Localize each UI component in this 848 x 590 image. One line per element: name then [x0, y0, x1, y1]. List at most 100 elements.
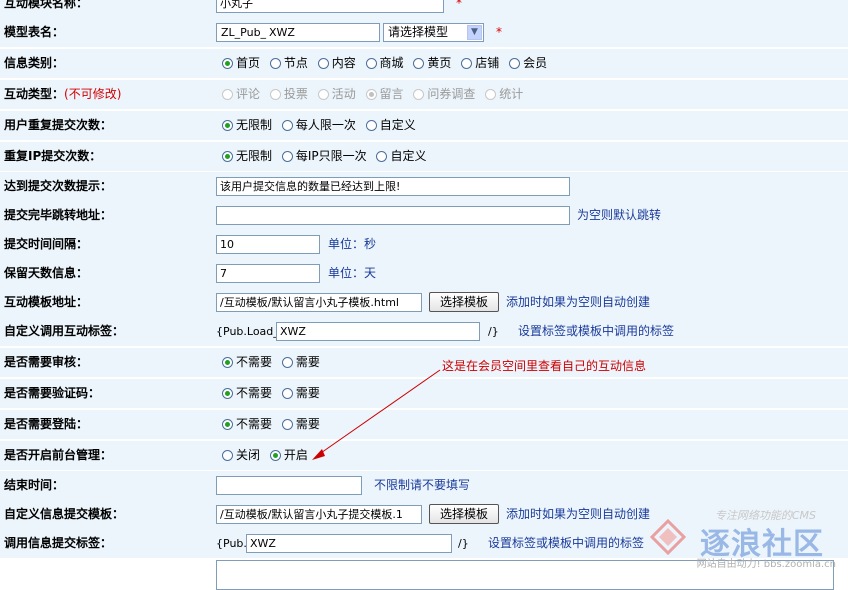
interaction-type-radios: 评论 投票 活动 留言 问券调查 统计 — [222, 80, 529, 109]
keep-days-label: 保留天数信息： — [4, 266, 89, 280]
radio-node[interactable]: 节点 — [269, 49, 308, 78]
submit-interval-input[interactable]: 10 — [216, 235, 320, 254]
radio-member[interactable]: 会员 — [509, 49, 547, 78]
radio-stats: 统计 — [485, 80, 523, 109]
radio-label: 每人限一次 — [295, 118, 356, 132]
radio-on[interactable]: 开启 — [269, 441, 308, 470]
radio-circle[interactable] — [222, 120, 233, 131]
submit-template-input[interactable]: /互动模板/默认留言小丸子提交模板.1 — [216, 505, 422, 524]
radio-content[interactable]: 内容 — [317, 49, 356, 78]
watermark-footer: 网站自由动力! bbs.zoomla.cn — [696, 559, 836, 570]
submit-tag-prefix: {Pub. — [216, 537, 247, 550]
zoomla-logo-icon — [650, 519, 686, 555]
redirect-url-label: 提交完毕跳转地址： — [4, 208, 113, 222]
need-review-label: 是否需要审核： — [4, 355, 89, 369]
need-review-radios: 不需要 需要 — [222, 348, 326, 377]
radio-custom[interactable]: 自定义 — [376, 142, 426, 171]
radio-custom[interactable]: 自定义 — [365, 111, 416, 140]
model-select[interactable]: 请选择模型 ▼ — [383, 23, 484, 42]
need-login-label: 是否需要登陆： — [4, 417, 89, 431]
radio-circle[interactable] — [365, 58, 377, 69]
radio-not-needed[interactable]: 不需要 — [222, 410, 272, 439]
row-module-name: 互动模块名称： 小丸子 * — [0, 0, 848, 19]
radio-yellowpage[interactable]: 黄页 — [413, 49, 451, 78]
radio-label: 活动 — [331, 87, 356, 101]
module-name-input[interactable]: 小丸子 — [216, 0, 444, 13]
radio-circle — [413, 89, 425, 100]
redirect-url-input[interactable] — [216, 206, 570, 225]
radio-circle — [269, 89, 281, 100]
radio-circle[interactable] — [509, 58, 521, 69]
radio-label: 每IP只限一次 — [295, 149, 367, 163]
radio-circle[interactable] — [281, 419, 293, 430]
redirect-url-hint: 为空则默认跳转 — [577, 208, 662, 222]
radio-circle[interactable] — [281, 388, 293, 399]
required-mark: * — [456, 0, 462, 10]
radio-label: 节点 — [283, 56, 308, 70]
radio-unlimited[interactable]: 无限制 — [222, 142, 272, 171]
radio-circle[interactable] — [461, 58, 473, 69]
radio-circle[interactable] — [222, 419, 233, 430]
custom-tag-suffix: /} — [488, 325, 499, 338]
radio-not-needed[interactable]: 不需要 — [222, 379, 272, 408]
required-mark: * — [496, 25, 502, 39]
custom-tag-input[interactable]: XWZ — [276, 322, 480, 341]
radio-circle[interactable] — [317, 58, 329, 69]
radio-circle[interactable] — [376, 151, 388, 162]
row-info-category: 信息类别： 首页 节点 内容 商城 黄页 店铺 会员 — [0, 49, 848, 79]
radio-label: 开启 — [283, 448, 308, 462]
keep-days-input[interactable]: 7 — [216, 264, 320, 283]
end-time-hint: 不限制请不要填写 — [374, 478, 471, 492]
radio-circle[interactable] — [222, 450, 233, 461]
radio-not-needed[interactable]: 不需要 — [222, 348, 272, 377]
radio-off[interactable]: 关闭 — [222, 441, 260, 470]
radio-label: 统计 — [499, 87, 524, 101]
radio-circle[interactable] — [222, 388, 233, 399]
radio-label: 需要 — [295, 386, 320, 400]
radio-circle — [485, 89, 497, 100]
radio-shop[interactable]: 商城 — [365, 49, 404, 78]
radio-circle[interactable] — [365, 120, 377, 131]
radio-circle — [317, 89, 329, 100]
radio-store[interactable]: 店铺 — [461, 49, 499, 78]
radio-circle[interactable] — [269, 58, 281, 69]
radio-label: 不需要 — [236, 417, 273, 431]
custom-tag-label: 自定义调用互动标签： — [4, 324, 125, 338]
user-repeat-radios: 无限制 每人限一次 自定义 — [222, 111, 422, 140]
row-user-repeat: 用户重复提交次数： 无限制 每人限一次 自定义 — [0, 111, 848, 141]
radio-once-per-user[interactable]: 每人限一次 — [281, 111, 356, 140]
row-submit-interval: 提交时间间隔： 10 单位：秒 — [0, 230, 848, 260]
end-time-input[interactable] — [216, 476, 362, 495]
limit-message-input[interactable]: 该用户提交信息的数量已经达到上限! — [216, 177, 570, 196]
radio-needed[interactable]: 需要 — [281, 410, 320, 439]
radio-circle[interactable] — [222, 357, 233, 368]
table-name-prefix: ZL_Pub_ — [221, 26, 267, 39]
radio-once-per-ip[interactable]: 每IP只限一次 — [281, 142, 367, 171]
row-custom-tag: 自定义调用互动标签： {Pub.Load_ XWZ /} 设置标签或模板中调用的… — [0, 317, 848, 347]
table-name-input[interactable]: ZL_Pub_ XWZ — [216, 23, 380, 42]
radio-circle[interactable] — [222, 151, 233, 162]
redirect-url-cell: 为空则默认跳转 — [210, 201, 848, 230]
template-path-label: 互动模板地址： — [4, 295, 89, 309]
radio-needed[interactable]: 需要 — [281, 348, 320, 377]
limit-message-label: 达到提交次数提示： — [4, 179, 113, 193]
radio-home[interactable]: 首页 — [222, 49, 260, 78]
radio-circle[interactable] — [281, 120, 293, 131]
template-path-input[interactable]: /互动模板/默认留言小丸子模板.html — [216, 293, 422, 312]
info-category-radios: 首页 节点 内容 商城 黄页 店铺 会员 — [222, 49, 553, 78]
choose-template-button[interactable]: 选择模板 — [429, 504, 499, 524]
radio-circle[interactable] — [269, 450, 281, 461]
choose-template-button[interactable]: 选择模板 — [429, 292, 499, 312]
radio-label: 商城 — [379, 56, 404, 70]
radio-circle[interactable] — [281, 357, 293, 368]
table-name-value: XWZ — [269, 26, 295, 39]
radio-circle[interactable] — [222, 58, 233, 69]
custom-tag-cell: {Pub.Load_ XWZ /} 设置标签或模板中调用的标签 — [210, 317, 848, 346]
radio-needed[interactable]: 需要 — [281, 379, 320, 408]
radio-comment: 评论 — [222, 80, 260, 109]
radio-unlimited[interactable]: 无限制 — [222, 111, 272, 140]
radio-circle[interactable] — [413, 58, 425, 69]
radio-circle[interactable] — [281, 151, 293, 162]
radio-label: 首页 — [236, 56, 261, 70]
submit-tag-input[interactable]: XWZ — [246, 534, 452, 553]
